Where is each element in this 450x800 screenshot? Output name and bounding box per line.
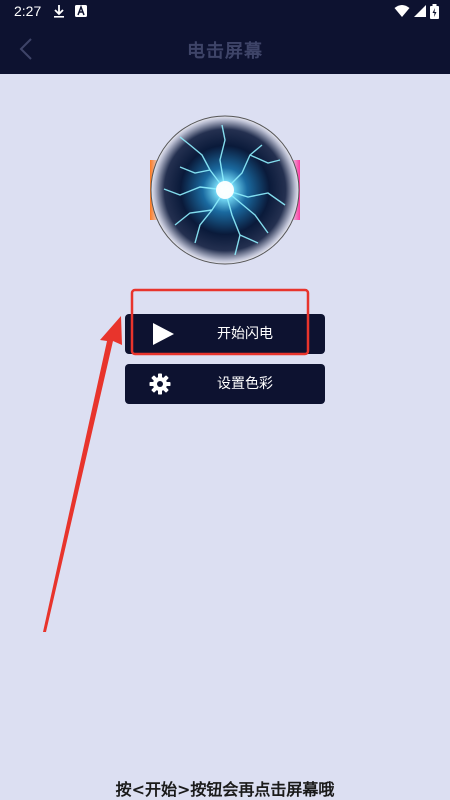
set-color-label: 设置色彩 [217, 376, 273, 392]
download-icon [54, 5, 64, 18]
start-lightning-button[interactable]: 开始闪电 [125, 314, 325, 354]
wifi-icon [394, 5, 410, 17]
hint-text: 按<开始>按钮会再点击屏幕哦 [115, 780, 335, 799]
annotation-arrow [43, 316, 122, 632]
page-title: 电击屏幕 [187, 41, 263, 62]
status-bar: 2:27 [0, 0, 450, 24]
app-bar: 电击屏幕 [0, 24, 450, 74]
battery-icon [430, 4, 439, 19]
set-color-button[interactable]: 设置色彩 [125, 364, 325, 404]
signal-icon [414, 5, 426, 17]
lightning-orb-icon [150, 115, 300, 265]
status-time: 2:27 [14, 3, 42, 19]
start-lightning-label: 开始闪电 [217, 326, 273, 342]
notification-a-icon [75, 4, 87, 17]
